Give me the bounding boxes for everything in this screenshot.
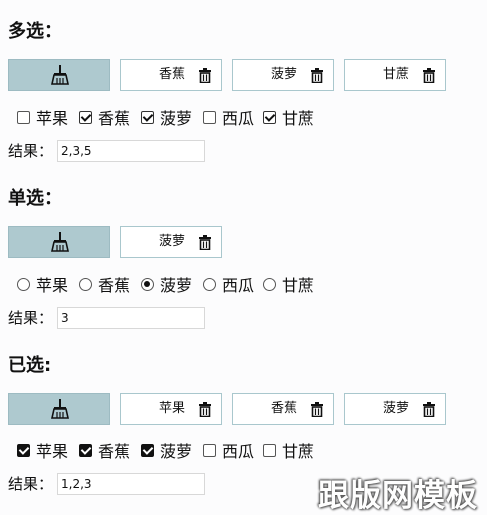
option-label: 甘蔗 — [282, 276, 315, 295]
checkbox[interactable] — [203, 444, 216, 457]
section-title-multi: 多选： — [8, 21, 62, 42]
result-label: 结果： — [8, 475, 54, 493]
tag-label: 菠萝 — [270, 67, 297, 82]
trash-icon[interactable] — [311, 402, 323, 417]
broom-icon — [51, 232, 69, 252]
option-label: 西瓜 — [222, 276, 255, 295]
option-label: 苹果 — [36, 109, 69, 128]
result-input[interactable]: 1,2,3 — [57, 473, 205, 495]
selected-tag: 菠萝 — [232, 59, 334, 91]
result-input[interactable]: 3 — [57, 307, 205, 329]
result-input[interactable]: 2,3,5 — [57, 140, 205, 162]
option-label: 菠萝 — [160, 109, 193, 128]
option-label: 香蕉 — [98, 109, 131, 128]
radio[interactable] — [263, 278, 276, 291]
option-label: 甘蔗 — [282, 109, 315, 128]
tag-label: 甘蔗 — [382, 67, 409, 82]
result-label: 结果： — [8, 142, 54, 160]
checkbox[interactable] — [17, 111, 30, 124]
tag-label: 苹果 — [158, 401, 185, 416]
option-label: 苹果 — [36, 442, 69, 461]
selected-tag: 甘蔗 — [344, 59, 446, 91]
checkbox[interactable] — [141, 111, 154, 124]
selected-tag: 香蕉 — [232, 393, 334, 425]
checkbox[interactable] — [263, 111, 276, 124]
option-label: 甘蔗 — [282, 442, 315, 461]
checkbox[interactable] — [79, 111, 92, 124]
option-label: 香蕉 — [98, 442, 131, 461]
checkbox[interactable] — [79, 444, 92, 457]
result-label: 结果： — [8, 309, 54, 327]
checkbox[interactable] — [17, 444, 30, 457]
radio[interactable] — [203, 278, 216, 291]
trash-icon[interactable] — [423, 402, 435, 417]
trash-icon[interactable] — [423, 68, 435, 83]
broom-icon — [51, 65, 69, 85]
selected-tag: 香蕉 — [120, 59, 222, 91]
option-label: 菠萝 — [160, 442, 193, 461]
selected-tag: 菠萝 — [120, 226, 222, 258]
clear-button[interactable] — [8, 226, 110, 258]
tag-label: 香蕉 — [158, 67, 185, 82]
selected-tag: 苹果 — [120, 393, 222, 425]
option-label: 西瓜 — [222, 109, 255, 128]
broom-icon — [51, 399, 69, 419]
trash-icon[interactable] — [311, 68, 323, 83]
option-label: 西瓜 — [222, 442, 255, 461]
radio[interactable] — [17, 278, 30, 291]
selected-tag: 菠萝 — [344, 393, 446, 425]
checkbox[interactable] — [141, 444, 154, 457]
option-label: 香蕉 — [98, 276, 131, 295]
clear-button[interactable] — [8, 59, 110, 91]
trash-icon[interactable] — [199, 235, 211, 250]
tag-label: 香蕉 — [270, 401, 297, 416]
radio[interactable] — [141, 278, 154, 291]
tag-label: 菠萝 — [382, 401, 409, 416]
checkbox[interactable] — [263, 444, 276, 457]
section-title-single: 单选： — [8, 188, 62, 209]
option-label: 菠萝 — [160, 276, 193, 295]
clear-button[interactable] — [8, 393, 110, 425]
radio[interactable] — [79, 278, 92, 291]
trash-icon[interactable] — [199, 402, 211, 417]
watermark: 跟版网模板 — [318, 478, 478, 514]
tag-label: 菠萝 — [158, 234, 185, 249]
option-label: 苹果 — [36, 276, 69, 295]
section-title-preselected: 已选: — [8, 355, 52, 376]
trash-icon[interactable] — [199, 68, 211, 83]
checkbox[interactable] — [203, 111, 216, 124]
